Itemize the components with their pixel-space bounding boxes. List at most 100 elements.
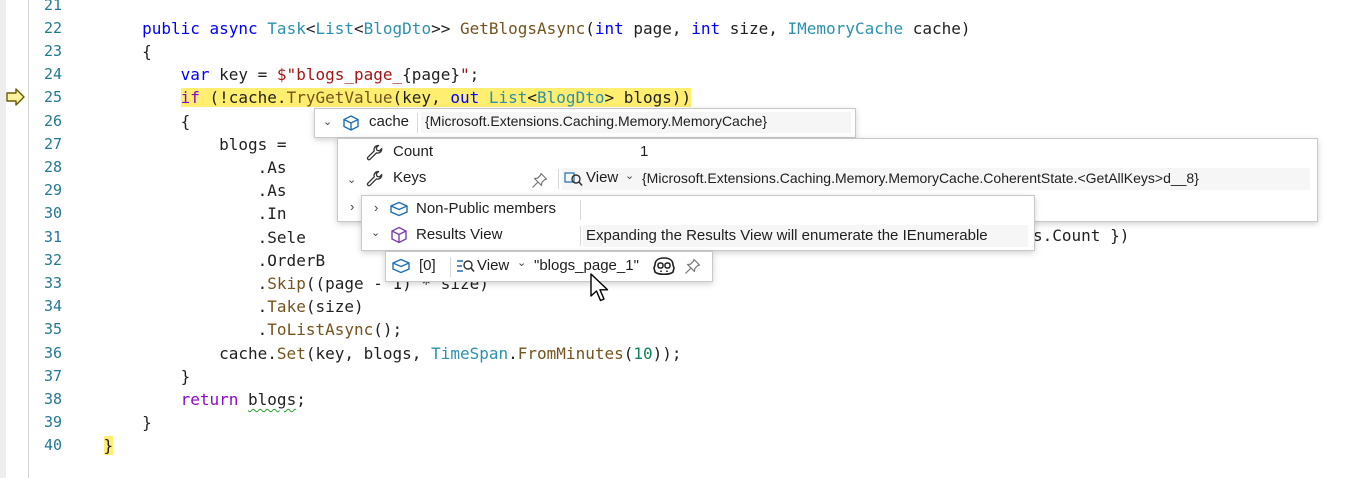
visualizer-magnifier-icon[interactable]: [564, 170, 583, 188]
line-number: 24: [43, 65, 62, 84]
code-token: return: [180, 389, 249, 409]
code-line: .OrderB: [65, 249, 325, 272]
datatip-cache-value: {Microsoft.Extensions.Caching.Memory.Mem…: [425, 113, 768, 129]
mouse-cursor-icon: [590, 273, 609, 302]
code-content: .ToListAsync();: [258, 320, 403, 339]
code-content: return blogs;: [181, 390, 306, 409]
line-number: 39: [43, 413, 62, 432]
code-line: }: [65, 365, 191, 388]
code-token: blogs: [248, 389, 297, 409]
line-number: 22: [43, 18, 62, 37]
nonpublic-members-name: Non-Public members: [416, 200, 557, 217]
code-token: .: [257, 297, 268, 317]
code-token: int: [691, 18, 730, 38]
code-line: .As: [65, 179, 287, 202]
datatip-cache-value-box[interactable]: {Microsoft.Extensions.Caching.Memory.Mem…: [421, 112, 851, 133]
execution-arrow-icon: [6, 88, 25, 106]
column-divider: [580, 200, 581, 220]
line-number: 30: [43, 204, 62, 223]
collapse-chevron-icon[interactable]: ⌄: [371, 226, 380, 239]
column-divider: [558, 169, 559, 189]
results-view-value-box[interactable]: Expanding the Results View will enumerat…: [583, 225, 1028, 247]
code-token: > blogs)): [604, 88, 692, 108]
code-line: .Take(size): [65, 295, 364, 318]
code-token: ));: [652, 343, 682, 363]
code-line: public async Task<List<BlogDto>> GetBlog…: [65, 17, 970, 40]
code-token: Set: [276, 343, 306, 363]
line-number: 34: [43, 297, 62, 316]
pin-icon[interactable]: [684, 258, 701, 275]
code-token: List: [488, 88, 528, 108]
code-line: .In: [65, 202, 287, 225]
code-content: }: [181, 367, 191, 386]
code-token: ;: [469, 65, 480, 85]
code-content: blogs =: [219, 135, 286, 154]
item-view-button[interactable]: View: [477, 257, 509, 274]
code-token: ToListAsync: [267, 320, 374, 340]
code-token: Take: [267, 297, 306, 317]
line-number: 29: [43, 181, 62, 200]
line-number: 35: [43, 320, 62, 339]
code-content: .As: [258, 181, 287, 200]
copilot-icon[interactable]: [652, 256, 676, 277]
collapse-chevron-icon[interactable]: ⌄: [347, 173, 356, 186]
code-token: (size): [305, 297, 364, 317]
code-token: public: [142, 18, 210, 38]
results-view-name: Results View: [416, 226, 503, 243]
datatip-item-0[interactable]: [0] View ⌄ "blogs_page_1": [385, 251, 713, 282]
expand-chevron-icon[interactable]: ›: [374, 200, 378, 215]
results-view-value: Expanding the Results View will enumerat…: [586, 227, 988, 244]
pin-icon[interactable]: [531, 172, 548, 189]
code-content: {: [181, 112, 191, 131]
keys-view-button[interactable]: View: [586, 169, 618, 186]
count-name: Count: [393, 143, 434, 160]
visualizer-list-icon[interactable]: [456, 258, 475, 275]
code-token: GetBlogsAsync: [459, 18, 586, 38]
count-value[interactable]: 1: [640, 143, 648, 160]
glyph-margin[interactable]: [6, 0, 29, 478]
code-token: ();: [373, 320, 403, 340]
code-line-31-tail: s.Count }): [1033, 224, 1129, 247]
line-number: 38: [43, 389, 62, 408]
code-line: }: [65, 434, 114, 457]
keys-value-box[interactable]: View ⌄ {Microsoft.Extensions.Caching.Mem…: [562, 168, 1310, 190]
expand-chevron-icon[interactable]: ›: [350, 199, 354, 214]
code-token: TimeSpan: [431, 343, 509, 363]
line-number: 32: [43, 250, 62, 269]
code-token: IMemoryCache: [787, 18, 913, 38]
code-token: .As: [257, 157, 287, 177]
code-token: >>: [431, 18, 460, 38]
code-line: var key = $"blogs_page_{page}";: [65, 63, 480, 86]
code-token: blogs =: [219, 134, 287, 154]
code-line: if (!cache.TryGetValue(key, out List<Blo…: [65, 86, 692, 109]
code-token: FromMinutes: [517, 343, 624, 363]
code-token: key =: [219, 65, 277, 85]
code-token: ": [459, 65, 470, 85]
code-token: $"blogs_page_: [276, 65, 403, 85]
code-line: {: [65, 40, 152, 63]
collapse-chevron-icon[interactable]: ⌄: [323, 115, 332, 128]
line-number: 25: [43, 88, 62, 107]
current-statement-highlight: if (!cache.TryGetValue(key, out List<Blo…: [180, 88, 692, 108]
chevron-down-icon[interactable]: ⌄: [517, 256, 526, 269]
datatip-cache[interactable]: ⌄ cache {Microsoft.Extensions.Caching.Me…: [314, 108, 856, 138]
chevron-down-icon[interactable]: ⌄: [625, 169, 634, 182]
object-icon: [390, 201, 408, 217]
column-divider: [450, 257, 451, 277]
code-token: (key,: [392, 88, 451, 108]
datatip-keys-children[interactable]: › Non-Public members ⌄ Results View Expa…: [361, 195, 1035, 251]
code-token: s.Count }): [1033, 226, 1130, 245]
code-line: .Sele: [65, 226, 306, 249]
code-token: <: [354, 18, 364, 38]
code-token: out: [450, 88, 489, 108]
code-content: }: [103, 436, 114, 456]
